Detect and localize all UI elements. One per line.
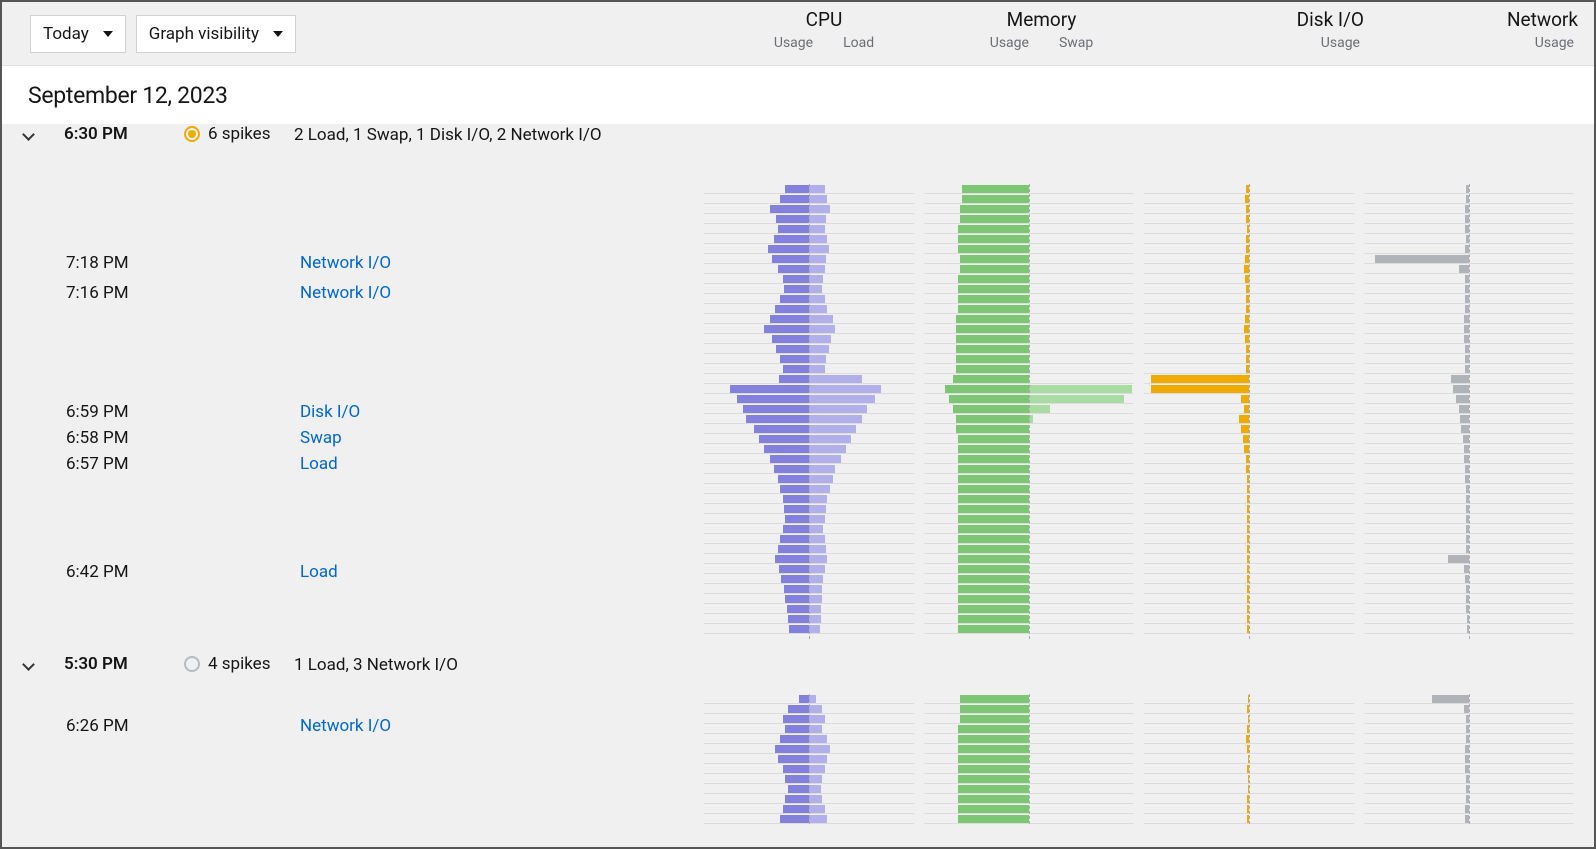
- event-time: 6:42 PM: [66, 562, 300, 582]
- date-range-dropdown[interactable]: Today: [30, 15, 126, 53]
- event-link[interactable]: Network I/O: [300, 716, 391, 736]
- spark-net: [1364, 694, 1574, 824]
- spike-badge: 4 spikes: [184, 654, 294, 674]
- event-time: 6:58 PM: [66, 428, 300, 448]
- event-time: 6:59 PM: [66, 402, 300, 422]
- event-link[interactable]: Swap: [300, 428, 342, 448]
- graph-block: [704, 694, 1584, 824]
- hour-time: 6:30 PM: [64, 124, 184, 144]
- event-row: 7:16 PMNetwork I/O: [2, 279, 391, 307]
- column-sub-disk-usage: Usage: [1321, 35, 1360, 51]
- chevron-down-icon: [22, 128, 36, 142]
- graph-visibility-dropdown-label: Graph visibility: [149, 24, 259, 44]
- date-heading-text: September 12, 2023: [28, 82, 228, 109]
- event-row: 7:18 PMNetwork I/O: [2, 249, 391, 277]
- metrics-column-header: CPU Usage Load Memory Usage Swap Disk I/…: [714, 8, 1584, 51]
- date-heading: September 12, 2023: [2, 66, 1594, 124]
- column-sub-cpu-usage: Usage: [774, 35, 813, 51]
- graph-visibility-dropdown[interactable]: Graph visibility: [136, 15, 296, 53]
- timeline[interactable]: 6:30 PM 6 spikes 2 Load, 1 Swap, 1 Disk I/…: [2, 124, 1594, 847]
- event-link[interactable]: Network I/O: [300, 283, 391, 303]
- event-link[interactable]: Load: [300, 562, 338, 582]
- event-time: 7:16 PM: [66, 283, 300, 303]
- column-sub-network-usage: Usage: [1535, 35, 1574, 51]
- spark-cpu: [704, 184, 914, 639]
- spark-net: [1364, 184, 1574, 639]
- chevron-down-icon: [273, 31, 283, 37]
- spike-severity-icon: [184, 126, 200, 142]
- event-row: 6:58 PMSwap: [2, 424, 342, 452]
- event-row: 6:59 PMDisk I/O: [2, 398, 360, 426]
- chevron-down-icon: [22, 658, 36, 672]
- hour-group-header[interactable]: 6:30 PM 6 spikes 2 Load, 1 Swap, 1 Disk I/…: [2, 124, 1594, 166]
- spark-mem: [924, 184, 1134, 639]
- column-sub-memory-swap: Swap: [1059, 35, 1093, 51]
- spark-disk: [1144, 184, 1354, 639]
- spike-count: 6 spikes: [208, 124, 270, 144]
- event-time: 7:18 PM: [66, 253, 300, 273]
- hour-group: 5:30 PM 4 spikes 1 Load, 3 Network I/O: [2, 654, 1594, 696]
- spark-mem: [924, 694, 1134, 824]
- spike-summary: 2 Load, 1 Swap, 1 Disk I/O, 2 Network I/…: [294, 124, 602, 148]
- event-link[interactable]: Disk I/O: [300, 402, 360, 422]
- date-range-dropdown-label: Today: [43, 24, 89, 44]
- event-time: 6:57 PM: [66, 454, 300, 474]
- event-row: 6:42 PMLoad: [2, 558, 338, 586]
- spark-disk: [1144, 694, 1354, 824]
- hour-group: 6:30 PM 6 spikes 2 Load, 1 Swap, 1 Disk I/…: [2, 124, 1594, 166]
- spike-severity-icon: [184, 656, 200, 672]
- toolbar: Today Graph visibility CPU Usage Load Me…: [2, 2, 1594, 66]
- chevron-down-icon: [103, 31, 113, 37]
- spike-summary: 1 Load, 3 Network I/O: [294, 654, 458, 678]
- event-row: 6:57 PMLoad: [2, 450, 338, 478]
- hour-group-header[interactable]: 5:30 PM 4 spikes 1 Load, 3 Network I/O: [2, 654, 1594, 696]
- hour-time: 5:30 PM: [64, 654, 184, 674]
- column-header-cpu: CPU: [714, 8, 934, 31]
- event-link[interactable]: Load: [300, 454, 338, 474]
- graph-block: [704, 184, 1584, 639]
- column-sub-cpu-load: Load: [843, 35, 874, 51]
- event-row: 6:26 PMNetwork I/O: [2, 712, 391, 740]
- column-header-memory: Memory: [934, 8, 1149, 31]
- column-header-network: Network: [1364, 8, 1578, 31]
- spark-cpu: [704, 694, 914, 824]
- event-time: 6:26 PM: [66, 716, 300, 736]
- column-sub-memory-usage: Usage: [990, 35, 1029, 51]
- spike-badge: 6 spikes: [184, 124, 294, 144]
- event-link[interactable]: Network I/O: [300, 253, 391, 273]
- spike-count: 4 spikes: [208, 654, 270, 674]
- column-header-disk: Disk I/O: [1149, 8, 1364, 31]
